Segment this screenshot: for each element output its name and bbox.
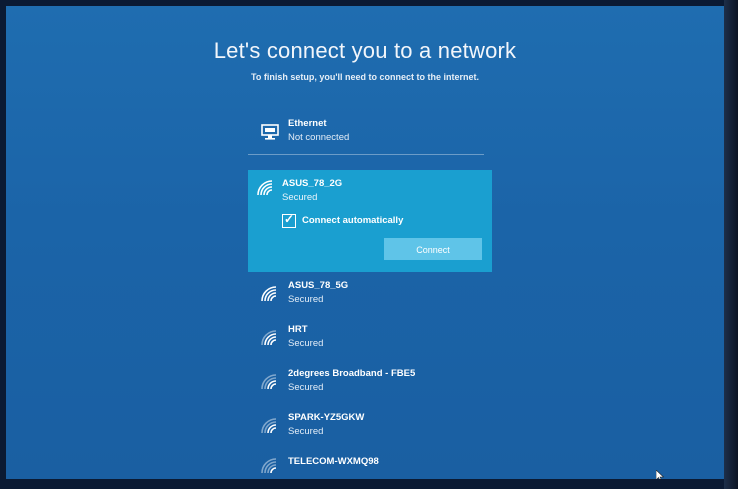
network-name: ASUS_78_5G — [288, 280, 349, 291]
page-subtitle: To finish setup, you'll need to connect … — [251, 72, 479, 82]
network-item[interactable]: SPARK-YZ5GKW Secured — [252, 412, 498, 446]
wifi-icon — [261, 458, 277, 474]
network-name: SPARK-YZ5GKW — [288, 412, 365, 423]
network-item[interactable]: HRT Secured — [252, 324, 498, 358]
wifi-icon — [261, 330, 277, 346]
network-item[interactable]: 2degrees Broadband - FBE5 Secured — [252, 368, 498, 402]
monitor-bezel — [724, 0, 738, 489]
ethernet-icon — [261, 124, 279, 140]
divider — [248, 154, 484, 155]
network-status: Secured — [288, 426, 324, 437]
page-title: Let's connect you to a network — [213, 38, 517, 63]
wifi-icon — [261, 418, 277, 434]
wifi-icon — [261, 374, 277, 390]
connect-automatically-label: Connect automatically — [302, 215, 404, 226]
network-name: ASUS_78_2G — [282, 178, 343, 189]
network-status: Secured — [282, 192, 318, 203]
connect-button[interactable]: Connect — [384, 238, 482, 260]
network-name: 2degrees Broadband - FBE5 — [288, 368, 416, 379]
oobe-screen: Let's connect you to a network To finish… — [6, 6, 724, 479]
connect-automatically-checkbox[interactable]: ✓ — [282, 212, 296, 228]
checkmark-icon: ✓ — [284, 212, 295, 226]
network-name: HRT — [288, 324, 308, 335]
network-status: Secured — [288, 338, 324, 349]
network-status: Secured — [288, 294, 324, 305]
network-item[interactable]: TELECOM-WXMQ98 — [252, 456, 498, 476]
network-name: Ethernet — [288, 118, 327, 129]
mouse-cursor-icon — [656, 470, 664, 479]
wifi-icon — [261, 286, 277, 302]
network-status: Secured — [288, 382, 324, 393]
wifi-icon — [257, 180, 273, 196]
network-name: TELECOM-WXMQ98 — [288, 456, 379, 467]
network-item[interactable]: ASUS_78_5G Secured — [252, 280, 498, 314]
network-item-selected[interactable]: ASUS_78_2G Secured ✓ Connect automatical… — [248, 170, 492, 272]
network-item-ethernet[interactable]: Ethernet Not connected — [252, 118, 498, 152]
network-status: Not connected — [288, 132, 350, 143]
